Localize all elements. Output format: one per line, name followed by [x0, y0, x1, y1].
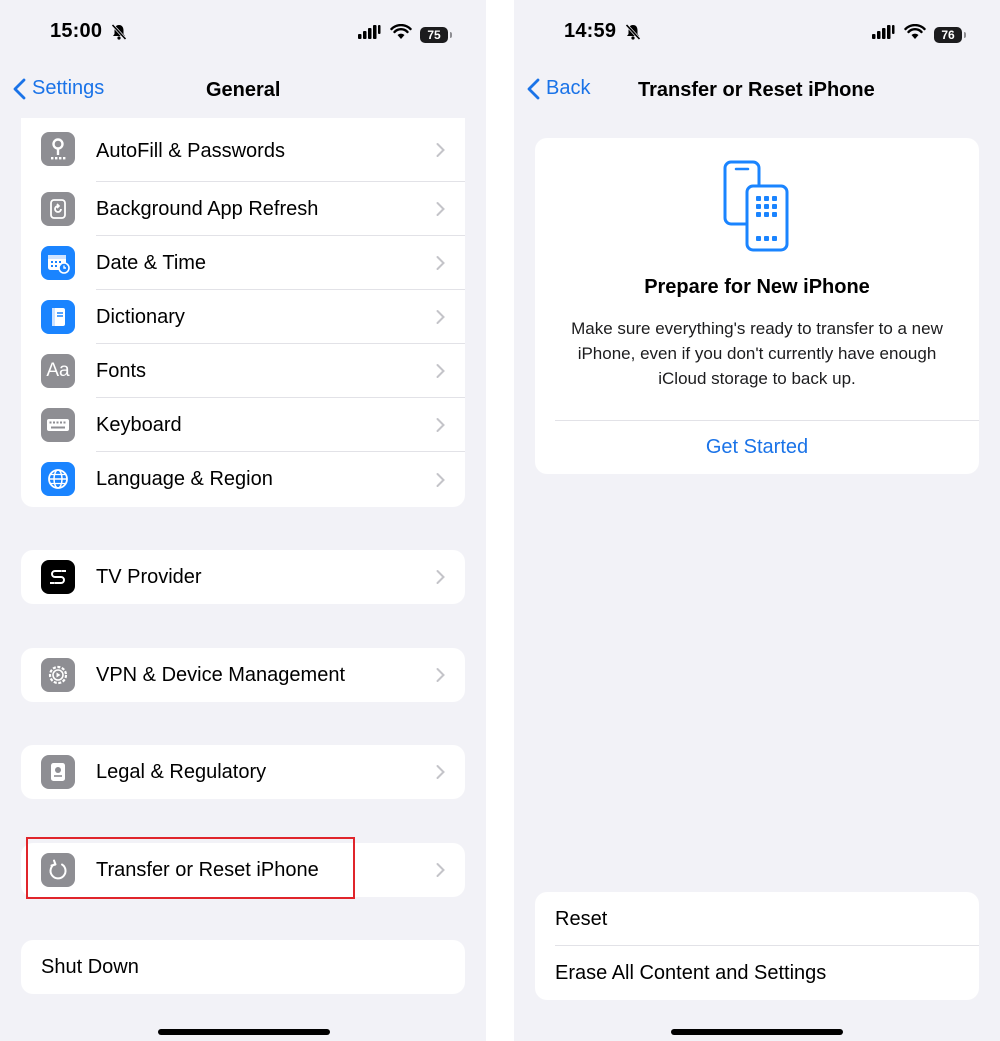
prepare-description: Make sure everything's ready to transfer…	[571, 319, 943, 388]
settings-group-shutdown: Shut Down	[21, 940, 465, 994]
keyboard-icon	[41, 408, 75, 442]
reset-label: Reset	[555, 908, 608, 930]
status-time: 15:00	[50, 20, 103, 42]
chevron-right-icon	[436, 668, 445, 682]
chevron-right-icon	[436, 863, 445, 877]
shut-down-label: Shut Down	[41, 956, 139, 978]
highlight-box	[26, 837, 355, 899]
fonts-icon: Aa	[41, 354, 75, 388]
chevron-right-icon	[436, 570, 445, 584]
list-item-vpn-device-management[interactable]: VPN & Device Management	[21, 648, 465, 702]
phone-screen-transfer-reset: 14:59 76 Back Transfer or Reset iPhone P…	[514, 0, 1000, 1041]
certificate-icon	[41, 755, 75, 789]
wifi-icon	[904, 23, 926, 45]
list-item-label: Background App Refresh	[96, 198, 319, 220]
list-item-legal-regulatory[interactable]: Legal & Regulatory	[21, 745, 465, 799]
list-item-label: VPN & Device Management	[96, 664, 346, 686]
key-icon	[41, 132, 75, 166]
prepare-new-iphone-card: Prepare for New iPhone Make sure everyth…	[535, 138, 979, 474]
list-item-label: Date & Time	[96, 252, 207, 274]
phone-screen-general: 15:00 75 Settings General AutoFill & Pas…	[0, 0, 486, 1041]
page-title: Transfer or Reset iPhone	[638, 79, 875, 101]
tv-provider-icon	[41, 560, 75, 594]
list-item-label: Fonts	[96, 360, 147, 382]
back-label: Back	[546, 77, 591, 99]
cellular-signal-icon	[358, 24, 382, 45]
chevron-right-icon	[436, 472, 445, 487]
home-indicator[interactable]	[158, 1029, 330, 1035]
get-started-button[interactable]: Get Started	[535, 421, 979, 474]
settings-group-vpn: VPN & Device Management	[21, 648, 465, 702]
bell-slash-icon	[110, 23, 128, 46]
reset-button[interactable]: Reset	[535, 892, 979, 946]
bell-slash-icon	[624, 23, 642, 46]
settings-group-general: AutoFill & Passwords Background App Refr…	[21, 118, 465, 507]
status-bar: 15:00 75	[0, 20, 486, 46]
chevron-left-icon	[527, 78, 540, 99]
list-item-keyboard[interactable]: Keyboard	[21, 398, 465, 452]
globe-icon	[41, 462, 75, 496]
chevron-right-icon	[436, 256, 445, 270]
erase-all-content-button[interactable]: Erase All Content and Settings	[535, 946, 979, 1000]
refresh-icon	[41, 192, 75, 226]
list-item-autofill[interactable]: AutoFill & Passwords	[21, 118, 465, 182]
chevron-right-icon	[436, 143, 445, 157]
list-item-label: Dictionary	[96, 306, 185, 328]
list-item-language-region[interactable]: Language & Region	[21, 452, 465, 507]
battery-icon: 75	[420, 26, 452, 43]
reset-options-card: Reset Erase All Content and Settings	[535, 892, 979, 1000]
book-icon	[41, 300, 75, 334]
list-item-label: TV Provider	[96, 566, 202, 588]
list-item-label: Legal & Regulatory	[96, 761, 267, 783]
cellular-signal-icon	[872, 24, 896, 45]
two-phones-icon	[720, 158, 794, 259]
list-item-date-time[interactable]: Date & Time	[21, 236, 465, 290]
settings-group-tv-provider: TV Provider	[21, 550, 465, 604]
back-button[interactable]: Settings	[12, 77, 104, 100]
list-item-background-app-refresh[interactable]: Background App Refresh	[21, 182, 465, 236]
back-label: Settings	[32, 77, 105, 99]
status-time: 14:59	[564, 20, 617, 42]
chevron-left-icon	[13, 78, 26, 99]
list-item-tv-provider[interactable]: TV Provider	[21, 550, 465, 604]
settings-group-legal: Legal & Regulatory	[21, 745, 465, 799]
prepare-title: Prepare for New iPhone	[644, 276, 870, 298]
list-item-label: Keyboard	[96, 414, 182, 436]
chevron-right-icon	[436, 765, 445, 779]
chevron-right-icon	[436, 202, 445, 216]
list-item-label: Language & Region	[96, 468, 273, 490]
calendar-clock-icon	[41, 246, 75, 280]
navigation-bar: Back Transfer or Reset iPhone	[514, 70, 1000, 110]
page-title: General	[206, 79, 281, 101]
chevron-right-icon	[436, 418, 445, 432]
status-bar: 14:59 76	[514, 20, 1000, 46]
list-item-label: AutoFill & Passwords	[96, 140, 285, 162]
list-item-dictionary[interactable]: Dictionary	[21, 290, 465, 344]
gear-icon	[41, 658, 75, 692]
chevron-right-icon	[436, 364, 445, 378]
wifi-icon	[390, 23, 412, 45]
back-button[interactable]: Back	[526, 77, 590, 100]
chevron-right-icon	[436, 310, 445, 324]
home-indicator[interactable]	[671, 1029, 843, 1035]
shut-down-button[interactable]: Shut Down	[21, 940, 465, 994]
battery-icon: 76	[934, 26, 966, 43]
erase-label: Erase All Content and Settings	[555, 962, 827, 984]
navigation-bar: Settings General	[0, 70, 486, 110]
list-item-fonts[interactable]: Aa Fonts	[21, 344, 465, 398]
